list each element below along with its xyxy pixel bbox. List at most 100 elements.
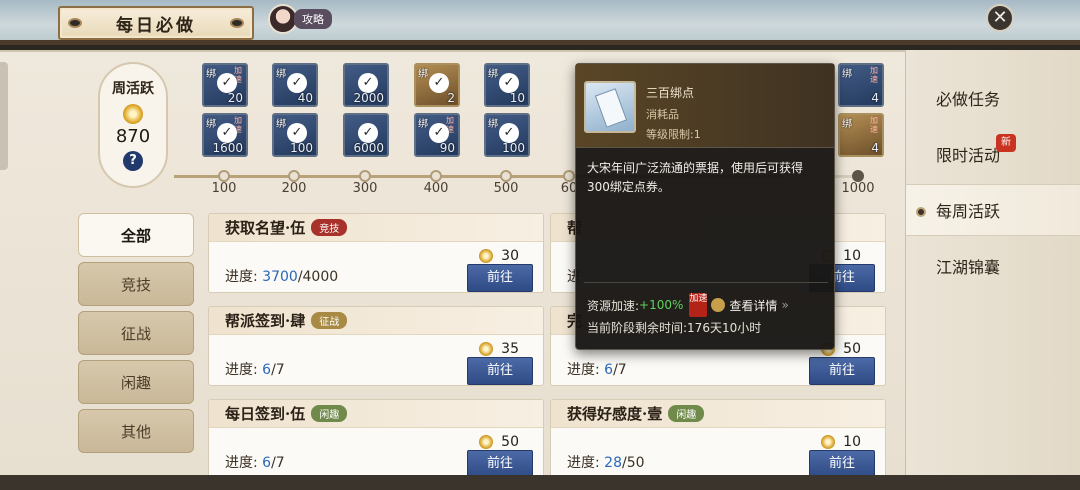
- milestone-label: 100: [211, 181, 237, 196]
- check-icon: ✓: [358, 123, 378, 143]
- nav-jianghu-tips[interactable]: 江湖锦囊: [906, 240, 1080, 292]
- go-button[interactable]: 前往: [467, 264, 533, 292]
- side-handle[interactable]: [0, 62, 8, 170]
- coin-icon: [479, 249, 494, 263]
- guide-button[interactable]: 攻略: [268, 4, 332, 34]
- speed-label: 加速: [870, 116, 878, 134]
- nav-label: 江湖锦囊: [936, 258, 1001, 277]
- category-other[interactable]: 其他: [78, 409, 194, 453]
- bind-label: 绑: [842, 69, 852, 80]
- right-nav: 必做任务 限时活动 新 每周活跃 江湖锦囊: [905, 50, 1080, 475]
- category-arena[interactable]: 竞技: [78, 262, 194, 306]
- task-header: 获取名望·伍 竞技: [209, 214, 543, 242]
- reward-quantity: 10: [509, 91, 525, 105]
- selected-dot-icon: [916, 207, 926, 217]
- reward-quantity: 40: [297, 91, 313, 105]
- task-card: 获取名望·伍 竞技 30 进度: 3700/4000 前往: [208, 213, 544, 293]
- reward-slot[interactable]: 绑加速 ✓ 90: [414, 113, 460, 157]
- resource-line: 资源加速: +100% 加速 查看详情 »: [587, 293, 789, 317]
- top-banner: 每日必做 攻略 ✕: [0, 0, 1080, 45]
- reward-slot[interactable]: ✓ 6000: [343, 113, 389, 157]
- progress-total: /7: [613, 362, 627, 378]
- speed-stamp-icon: 加速: [689, 293, 707, 317]
- task-header: 帮派签到·肆 征战: [209, 307, 543, 335]
- activity-coin-icon: [123, 104, 143, 124]
- category-all[interactable]: 全部: [78, 213, 194, 257]
- task-card: 每日签到·伍 闲趣 50 进度: 6/7 前往: [208, 399, 544, 479]
- task-progress: 进度: 3700/4000: [225, 269, 339, 285]
- points-value: 50: [501, 434, 519, 450]
- page-title: 每日必做: [116, 15, 196, 36]
- progress-current: 28: [604, 455, 622, 471]
- close-button[interactable]: ✕: [986, 4, 1014, 32]
- progress-total: /7: [271, 362, 285, 378]
- task-points: 30: [479, 248, 519, 264]
- task-progress: 进度: 6/7: [225, 455, 285, 471]
- task-progress: 进度: 6/7: [225, 362, 285, 378]
- go-button[interactable]: 前往: [467, 357, 533, 385]
- milestone-label: 400: [423, 181, 449, 196]
- reward-slot[interactable]: 绑 加速 4: [838, 63, 884, 107]
- reward-quantity: 90: [439, 141, 455, 155]
- task-points: 50: [479, 434, 519, 450]
- progress-current: 6: [262, 362, 272, 378]
- reward-quantity: 2000: [353, 91, 384, 105]
- view-details-link[interactable]: 查看详情: [729, 297, 777, 314]
- task-name: 获得好感度·壹: [567, 405, 663, 423]
- reward-slot[interactable]: 绑加速 ✓ 1600: [202, 113, 248, 157]
- reward-slot[interactable]: 绑 ✓ 2: [414, 63, 460, 107]
- reward-slot[interactable]: 绑加速 ✓ 20: [202, 63, 248, 107]
- progress-total: /7: [271, 455, 285, 471]
- points-value: 50: [843, 341, 861, 357]
- check-icon: ✓: [499, 73, 519, 93]
- bind-label: 绑: [206, 69, 216, 80]
- speed-label: 加速: [870, 66, 878, 84]
- task-header: 获得好感度·壹 闲趣: [551, 400, 885, 428]
- reward-slot[interactable]: 绑 ✓ 100: [484, 113, 530, 157]
- resource-percent: +100%: [639, 298, 684, 312]
- task-name: 获取名望·伍: [225, 219, 306, 237]
- go-button[interactable]: 前往: [809, 450, 875, 478]
- bind-label: 绑: [842, 119, 852, 130]
- progress-current: 6: [604, 362, 614, 378]
- category-battle[interactable]: 征战: [78, 311, 194, 355]
- reward-slot[interactable]: 绑 ✓ 100: [272, 113, 318, 157]
- resource-label: 资源加速:: [587, 298, 640, 313]
- reward-slot[interactable]: ✓ 2000: [343, 63, 389, 107]
- task-progress: 进度: 6/7: [567, 362, 627, 378]
- bind-label: 绑: [418, 119, 428, 130]
- check-icon: ✓: [287, 123, 307, 143]
- nav-weekly-activity[interactable]: 每周活跃: [906, 184, 1080, 236]
- check-icon: ✓: [429, 123, 449, 143]
- task-tag: 闲趣: [311, 405, 348, 422]
- title-plate: 每日必做: [58, 6, 254, 40]
- new-badge: 新: [996, 134, 1016, 152]
- task-name: 每日签到·伍: [225, 405, 306, 423]
- check-icon: ✓: [217, 123, 237, 143]
- bind-label: 绑: [206, 119, 216, 130]
- bind-label: 绑: [488, 69, 498, 80]
- nav-required-tasks[interactable]: 必做任务: [906, 72, 1080, 124]
- help-icon[interactable]: ?: [123, 151, 143, 171]
- go-button[interactable]: 前往: [467, 450, 533, 478]
- go-button[interactable]: 前往: [809, 357, 875, 385]
- task-progress: 进度: 28/50: [567, 455, 645, 471]
- tooltip-item-type: 消耗品: [646, 108, 679, 121]
- category-leisure[interactable]: 闲趣: [78, 360, 194, 404]
- reward-slot[interactable]: 绑 ✓ 10: [484, 63, 530, 107]
- reward-slot[interactable]: 绑 ✓ 40: [272, 63, 318, 107]
- nav-label: 每周活跃: [936, 202, 1001, 221]
- reward-quantity: 4: [871, 91, 879, 105]
- ornament-icon: [68, 18, 82, 28]
- milestone-label: 500: [493, 181, 519, 196]
- reward-quantity: 100: [502, 141, 525, 155]
- check-icon: ✓: [358, 73, 378, 93]
- task-card: 获得好感度·壹 闲趣 10 进度: 28/50 前往: [550, 399, 886, 479]
- remaining-time: 当前阶段剩余时间:176天10小时: [587, 321, 762, 335]
- reward-quantity: 6000: [353, 141, 384, 155]
- reward-slot[interactable]: 绑 加速 4: [838, 113, 884, 157]
- nav-limited-events[interactable]: 限时活动 新: [906, 128, 1080, 180]
- check-icon: ✓: [287, 73, 307, 93]
- check-icon: ✓: [217, 73, 237, 93]
- progress-current: 6: [262, 455, 272, 471]
